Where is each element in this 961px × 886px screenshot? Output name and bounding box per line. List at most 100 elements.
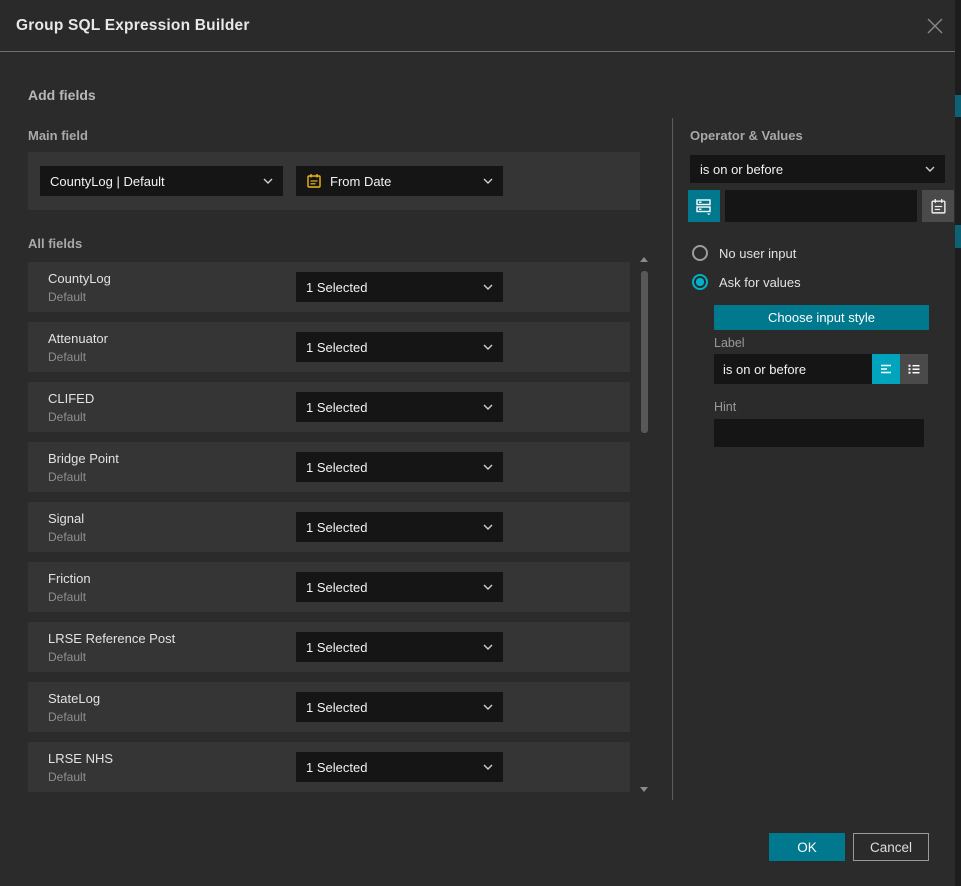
field-row: CLIFED Default 1 Selected (28, 382, 630, 432)
vertical-divider (672, 118, 673, 800)
operator-dropdown[interactable]: is on or before (690, 155, 945, 183)
chevron-down-icon (483, 524, 493, 530)
radio-ask-for-values[interactable]: Ask for values (692, 274, 801, 290)
main-layer-dropdown-value: CountyLog | Default (50, 174, 165, 189)
field-row: LRSE Reference Post Default 1 Selected (28, 622, 630, 672)
choose-input-style-button[interactable]: Choose input style (714, 305, 929, 330)
main-field-dropdown-value: From Date (330, 174, 391, 189)
value-input-row (688, 190, 936, 222)
field-selection-dropdown[interactable]: 1 Selected (296, 692, 503, 722)
scrollbar-thumb[interactable] (641, 271, 648, 433)
field-selection-value: 1 Selected (306, 460, 367, 475)
field-name: LRSE Reference Post (48, 631, 175, 646)
background-app-edge-accent (955, 225, 961, 248)
radio-no-user-input-label: No user input (719, 246, 796, 261)
close-icon[interactable] (926, 17, 944, 35)
scrollbar-up-arrow[interactable] (640, 257, 648, 262)
chevron-down-icon (483, 344, 493, 350)
operator-values-heading: Operator & Values (690, 128, 803, 143)
field-row: StateLog Default 1 Selected (28, 682, 630, 732)
field-selection-value: 1 Selected (306, 640, 367, 655)
chevron-down-icon (483, 404, 493, 410)
field-row: Attenuator Default 1 Selected (28, 322, 630, 372)
add-fields-heading: Add fields (28, 87, 96, 103)
chevron-down-icon (483, 178, 493, 184)
scrollbar-down-arrow[interactable] (640, 787, 648, 792)
chevron-down-icon (483, 764, 493, 770)
radio-circle-selected-icon (692, 274, 708, 290)
radio-no-user-input[interactable]: No user input (692, 245, 796, 261)
field-subtitle: Default (48, 710, 86, 724)
field-selection-value: 1 Selected (306, 400, 367, 415)
field-name: LRSE NHS (48, 751, 113, 766)
field-name: StateLog (48, 691, 100, 706)
field-selection-dropdown[interactable]: 1 Selected (296, 512, 503, 542)
chevron-down-icon (483, 584, 493, 590)
all-fields-list: CountyLog Default 1 Selected Attenuator … (28, 262, 630, 802)
align-left-icon (878, 361, 894, 377)
field-subtitle: Default (48, 770, 86, 784)
field-subtitle: Default (48, 290, 86, 304)
single-input-style-button[interactable] (872, 354, 900, 384)
hint-field-label: Hint (714, 400, 736, 414)
field-row: Bridge Point Default 1 Selected (28, 442, 630, 492)
calendar-icon (306, 173, 322, 189)
chevron-down-icon (263, 178, 273, 184)
background-app-edge-accent (955, 95, 961, 117)
field-selection-dropdown[interactable]: 1 Selected (296, 392, 503, 422)
field-selection-value: 1 Selected (306, 340, 367, 355)
field-selection-dropdown[interactable]: 1 Selected (296, 332, 503, 362)
field-selection-value: 1 Selected (306, 760, 367, 775)
field-name: Attenuator (48, 331, 108, 346)
field-name: Friction (48, 571, 91, 586)
field-selection-dropdown[interactable]: 1 Selected (296, 572, 503, 602)
field-subtitle: Default (48, 530, 86, 544)
field-selection-value: 1 Selected (306, 580, 367, 595)
field-subtitle: Default (48, 650, 86, 664)
main-field-heading: Main field (28, 128, 88, 143)
label-input[interactable] (714, 354, 872, 384)
chevron-down-icon (925, 166, 935, 172)
field-selection-dropdown[interactable]: 1 Selected (296, 452, 503, 482)
hint-input[interactable] (714, 419, 924, 447)
field-subtitle: Default (48, 470, 86, 484)
all-fields-heading: All fields (28, 236, 82, 251)
cancel-button[interactable]: Cancel (853, 833, 929, 861)
field-subtitle: Default (48, 590, 86, 604)
ok-button[interactable]: OK (769, 833, 845, 861)
field-selection-dropdown[interactable]: 1 Selected (296, 272, 503, 302)
main-layer-dropdown[interactable]: CountyLog | Default (40, 166, 283, 196)
field-subtitle: Default (48, 350, 86, 364)
list-input-style-button[interactable] (900, 354, 928, 384)
field-subtitle: Default (48, 410, 86, 424)
list-picker-icon (694, 196, 714, 216)
value-input[interactable] (725, 190, 917, 222)
label-field-label: Label (714, 336, 745, 350)
label-input-row (714, 354, 928, 384)
field-row: CountyLog Default 1 Selected (28, 262, 630, 312)
field-name: CLIFED (48, 391, 94, 406)
field-row: LRSE NHS Default 1 Selected (28, 742, 630, 792)
field-selection-value: 1 Selected (306, 280, 367, 295)
operator-dropdown-value: is on or before (700, 162, 783, 177)
calendar-picker-button[interactable] (922, 190, 954, 222)
field-name: Signal (48, 511, 84, 526)
title-bar: Group SQL Expression Builder (0, 0, 961, 52)
field-selection-dropdown[interactable]: 1 Selected (296, 632, 503, 662)
radio-ask-for-values-label: Ask for values (719, 275, 801, 290)
field-name: Bridge Point (48, 451, 119, 466)
group-sql-expression-builder-dialog: Group SQL Expression Builder Add fields … (0, 0, 961, 886)
main-field-panel: CountyLog | Default From Date (28, 152, 640, 210)
chevron-down-icon (483, 704, 493, 710)
unique-values-picker-button[interactable] (688, 190, 720, 222)
field-selection-dropdown[interactable]: 1 Selected (296, 752, 503, 782)
field-row: Friction Default 1 Selected (28, 562, 630, 612)
field-selection-value: 1 Selected (306, 520, 367, 535)
main-field-dropdown[interactable]: From Date (296, 166, 503, 196)
chevron-down-icon (483, 284, 493, 290)
field-selection-value: 1 Selected (306, 700, 367, 715)
field-name: CountyLog (48, 271, 111, 286)
chevron-down-icon (483, 464, 493, 470)
field-row: Signal Default 1 Selected (28, 502, 630, 552)
background-app-edge (955, 0, 961, 886)
